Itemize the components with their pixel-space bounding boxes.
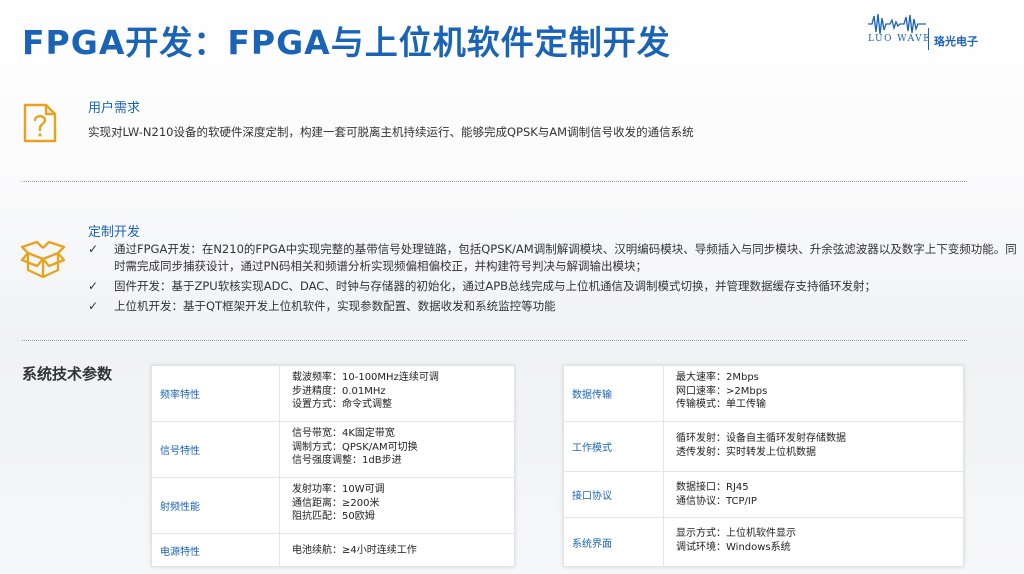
list-item: ✓ 上位机开发：基于QT框架开发上位机软件，实现参数配置、数据收发和系统监控等功… <box>88 298 1018 315</box>
param-category: 电源特性 <box>152 534 280 566</box>
requirement-heading: 用户需求 <box>88 101 141 116</box>
param-category: 接口协议 <box>564 472 664 517</box>
param-values: 循环发射：设备自主循环发射存储数据 透传发射：实时转发上位机数据 <box>664 422 963 471</box>
logo-separator <box>928 28 929 50</box>
param-category: 工作模式 <box>564 422 664 471</box>
param-value: 调试环境：Windows系统 <box>676 541 791 553</box>
params-table-right: 数据传输 最大速率：2Mbps 网口速率：>2Mbps 传输模式：单工传输 工作… <box>563 365 964 567</box>
custom-heading: 定制开发 <box>88 225 141 240</box>
param-category: 数据传输 <box>564 366 664 421</box>
table-row: 信号特性 信号带宽：4K固定带宽 调制方式：QPSK/AM可切换 信号强度调整：… <box>152 422 514 478</box>
param-value: 通信距离：≥200米 <box>292 497 380 509</box>
check-icon: ✓ <box>88 242 99 256</box>
table-row: 频率特性 载波频率：10-100MHz连续可调 步进精度：0.01MHz 设置方… <box>152 366 514 422</box>
param-value: 信号强度调整：1dB步进 <box>292 455 402 466</box>
param-values: 电池续航：≥4小时连续工作 <box>280 534 514 566</box>
table-row: 系统界面 显示方式：上位机软件显示 调试环境：Windows系统 <box>564 518 963 566</box>
param-value: 调制方式：QPSK/AM可切换 <box>292 441 418 453</box>
company-logo: LUO WAVE 珞光电子 <box>866 12 996 50</box>
table-row: 电源特性 电池续航：≥4小时连续工作 <box>152 534 514 566</box>
logo-chinese-name: 珞光电子 <box>934 35 978 48</box>
bullet-text: 通过FPGA开发：在N210的FPGA中实现完整的基带信号处理链路，包括QPSK… <box>114 242 1017 273</box>
list-item: ✓ 通过FPGA开发：在N210的FPGA中实现完整的基带信号处理链路，包括QP… <box>88 241 1018 275</box>
param-value: 阻抗匹配：50欧姆 <box>292 511 375 522</box>
requirement-text: 实现对LW-N210设备的软硬件深度定制，构建一套可脱离主机持续运行、能够完成Q… <box>88 125 694 139</box>
param-category: 信号特性 <box>152 422 280 477</box>
section-divider <box>22 181 967 182</box>
bullet-text: 固件开发：基于ZPU软核实现ADC、DAC、时钟与存储器的初始化，通过APB总线… <box>114 279 877 293</box>
param-value: 通信协议：TCP/IP <box>676 495 757 507</box>
table-row: 接口协议 数据接口：RJ45 通信协议：TCP/IP <box>564 472 963 518</box>
param-category: 系统界面 <box>564 518 664 566</box>
params-table-left: 频率特性 载波频率：10-100MHz连续可调 步进精度：0.01MHz 设置方… <box>151 365 515 567</box>
param-category: 射频性能 <box>152 478 280 533</box>
logo-english-name: LUO WAVE <box>868 34 932 44</box>
param-value: 信号带宽：4K固定带宽 <box>292 428 395 439</box>
param-value: 最大速率：2Mbps <box>676 372 759 383</box>
params-title: 系统技术参数 <box>22 365 113 383</box>
custom-bullet-list: ✓ 通过FPGA开发：在N210的FPGA中实现完整的基带信号处理链路，包括QP… <box>88 241 1018 318</box>
param-value: 传输模式：单工传输 <box>676 399 766 410</box>
param-category: 频率特性 <box>152 366 280 421</box>
param-value: 循环发射：设备自主循环发射存储数据 <box>676 433 846 444</box>
open-box-icon <box>20 240 66 279</box>
param-values: 发射功率：10W可调 通信距离：≥200米 阻抗匹配：50欧姆 <box>280 478 514 533</box>
param-value: 显示方式：上位机软件显示 <box>676 528 796 539</box>
param-values: 数据接口：RJ45 通信协议：TCP/IP <box>664 472 963 517</box>
check-icon: ✓ <box>88 299 99 313</box>
check-icon: ✓ <box>88 279 99 293</box>
list-item: ✓ 固件开发：基于ZPU软核实现ADC、DAC、时钟与存储器的初始化，通过APB… <box>88 278 1018 295</box>
param-value: 透传发射：实时转发上位机数据 <box>676 446 816 458</box>
document-question-icon <box>23 103 57 143</box>
param-value: 电池续航：≥4小时连续工作 <box>292 544 417 556</box>
param-value: 载波频率：10-100MHz连续可调 <box>292 372 439 383</box>
param-value: 步进精度：0.01MHz <box>292 385 386 397</box>
param-values: 显示方式：上位机软件显示 调试环境：Windows系统 <box>664 518 963 566</box>
param-value: 设置方式：命令式调整 <box>292 399 392 410</box>
page-title: FPGA开发：FPGA与上位机软件定制开发 <box>22 23 671 62</box>
wave-logo-icon <box>868 13 926 35</box>
param-values: 信号带宽：4K固定带宽 调制方式：QPSK/AM可切换 信号强度调整：1dB步进 <box>280 422 514 477</box>
table-row: 数据传输 最大速率：2Mbps 网口速率：>2Mbps 传输模式：单工传输 <box>564 366 963 422</box>
param-values: 最大速率：2Mbps 网口速率：>2Mbps 传输模式：单工传输 <box>664 366 963 421</box>
bullet-text: 上位机开发：基于QT框架开发上位机软件，实现参数配置、数据收发和系统监控等功能 <box>114 299 556 313</box>
param-value: 发射功率：10W可调 <box>292 484 385 495</box>
table-row: 工作模式 循环发射：设备自主循环发射存储数据 透传发射：实时转发上位机数据 <box>564 422 963 472</box>
param-values: 载波频率：10-100MHz连续可调 步进精度：0.01MHz 设置方式：命令式… <box>280 366 514 421</box>
section-divider <box>22 340 967 341</box>
param-value: 数据接口：RJ45 <box>676 482 749 493</box>
param-value: 网口速率：>2Mbps <box>676 385 768 397</box>
table-row: 射频性能 发射功率：10W可调 通信距离：≥200米 阻抗匹配：50欧姆 <box>152 478 514 534</box>
